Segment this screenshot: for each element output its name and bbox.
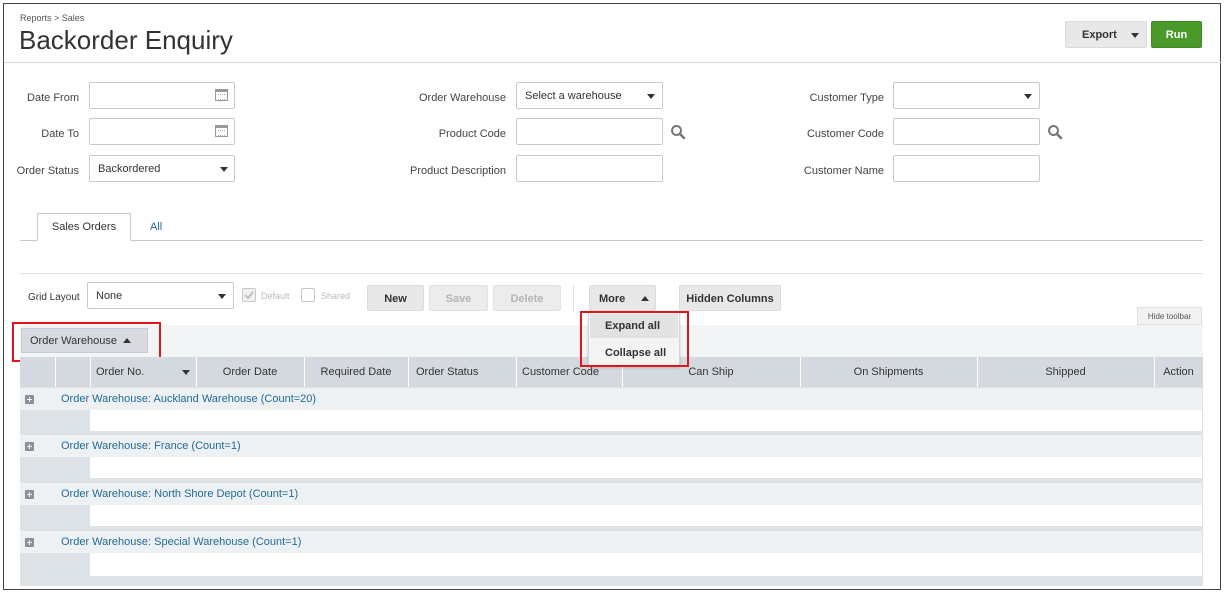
highlight-box	[12, 322, 161, 362]
expand-icon[interactable]	[25, 538, 34, 547]
order-warehouse-value: Select a warehouse	[525, 90, 622, 102]
column-header-action[interactable]: Action	[1154, 357, 1203, 387]
expand-icon[interactable]	[25, 490, 34, 499]
sort-down-icon	[182, 370, 190, 375]
shared-checkbox[interactable]	[301, 288, 315, 302]
chevron-down-icon	[218, 294, 226, 299]
highlight-box	[580, 311, 689, 367]
calendar-icon[interactable]	[215, 89, 228, 101]
group-detail-area	[90, 457, 1202, 479]
group-row[interactable]: Order Warehouse: France (Count=1)	[20, 435, 1202, 457]
group-label[interactable]: Order Warehouse: North Shore Depot (Coun…	[61, 488, 298, 500]
group-label[interactable]: Order Warehouse: France (Count=1)	[61, 440, 241, 452]
product-code-field[interactable]	[516, 118, 663, 145]
new-button[interactable]: New	[367, 285, 424, 311]
column-header-shipped[interactable]: Shipped	[977, 357, 1154, 387]
default-checkbox[interactable]	[242, 288, 256, 302]
export-button[interactable]: Export	[1065, 21, 1147, 48]
save-button[interactable]: Save	[429, 285, 488, 311]
customer-type-label: Customer Type	[809, 92, 884, 104]
order-warehouse-select[interactable]: Select a warehouse	[516, 82, 663, 109]
date-to-label: Date To	[41, 128, 79, 140]
tab-bar-line	[20, 240, 1203, 241]
tab-sales-orders[interactable]: Sales Orders	[37, 213, 131, 241]
order-warehouse-label: Order Warehouse	[418, 92, 506, 104]
hide-toolbar-button[interactable]: Hide toolbar	[1137, 307, 1202, 325]
search-icon[interactable]	[1047, 124, 1063, 140]
data-grid: Order No. Order Date Required Date Order…	[20, 357, 1203, 586]
grid-layout-value: None	[96, 290, 123, 302]
date-to-field[interactable]	[89, 118, 235, 145]
group-detail-area	[90, 410, 1202, 432]
expand-icon[interactable]	[25, 395, 34, 404]
customer-name-field[interactable]	[893, 155, 1040, 182]
column-header-required-date[interactable]: Required Date	[304, 357, 408, 387]
customer-name-label: Customer Name	[803, 165, 884, 177]
date-from-field[interactable]	[89, 82, 235, 109]
group-row[interactable]: Order Warehouse: North Shore Depot (Coun…	[20, 483, 1202, 505]
divider	[573, 285, 574, 311]
chevron-down-icon	[647, 94, 655, 99]
more-button[interactable]: More	[589, 285, 656, 311]
column-label: Order No.	[96, 366, 145, 378]
chevron-up-icon	[641, 296, 649, 301]
group-row[interactable]: Order Warehouse: Auckland Warehouse (Cou…	[20, 388, 1202, 410]
group-label[interactable]: Order Warehouse: Auckland Warehouse (Cou…	[61, 393, 316, 405]
divider	[55, 357, 56, 387]
grid-layout-label: Grid Layout	[28, 292, 80, 303]
tab-all[interactable]: All	[150, 221, 162, 233]
check-icon	[244, 291, 254, 300]
breadcrumb[interactable]: Reports > Sales	[20, 13, 84, 23]
customer-code-field[interactable]	[893, 118, 1040, 145]
chevron-down-icon	[220, 167, 228, 172]
calendar-icon[interactable]	[215, 125, 228, 137]
customer-type-select[interactable]	[893, 82, 1040, 109]
page-title: Backorder Enquiry	[19, 25, 233, 55]
order-status-select[interactable]: Backordered	[89, 155, 235, 182]
expand-icon[interactable]	[25, 442, 34, 451]
divider	[4, 62, 1221, 63]
column-header-order-date[interactable]: Order Date	[196, 357, 304, 387]
hidden-columns-button[interactable]: Hidden Columns	[679, 285, 781, 311]
product-description-field[interactable]	[516, 155, 663, 182]
run-button[interactable]: Run	[1151, 21, 1202, 48]
divider	[20, 273, 1203, 274]
delete-button[interactable]: Delete	[493, 285, 561, 311]
default-label: Default	[261, 291, 290, 301]
more-label: More	[599, 293, 626, 305]
group-row[interactable]: Order Warehouse: Special Warehouse (Coun…	[20, 531, 1202, 553]
grid-layout-select[interactable]: None	[87, 282, 234, 309]
product-code-label: Product Code	[438, 128, 506, 140]
column-header-order-status[interactable]: Order Status	[408, 357, 516, 387]
group-label[interactable]: Order Warehouse: Special Warehouse (Coun…	[61, 536, 301, 548]
group-detail-area	[90, 553, 1202, 577]
search-icon[interactable]	[670, 124, 686, 140]
chevron-down-icon	[1131, 33, 1139, 38]
chevron-down-icon	[1024, 94, 1032, 99]
order-status-label: Order Status	[16, 165, 79, 177]
shared-label: Shared	[321, 291, 351, 301]
export-label: Export	[1082, 29, 1117, 41]
order-status-value: Backordered	[98, 163, 161, 175]
date-from-label: Date From	[27, 92, 79, 104]
column-header-on-shipments[interactable]: On Shipments	[800, 357, 977, 387]
column-header-order-no[interactable]: Order No.	[90, 357, 200, 387]
product-description-label: Product Description	[410, 165, 506, 177]
group-detail-area	[90, 505, 1202, 527]
customer-code-label: Customer Code	[806, 128, 884, 140]
